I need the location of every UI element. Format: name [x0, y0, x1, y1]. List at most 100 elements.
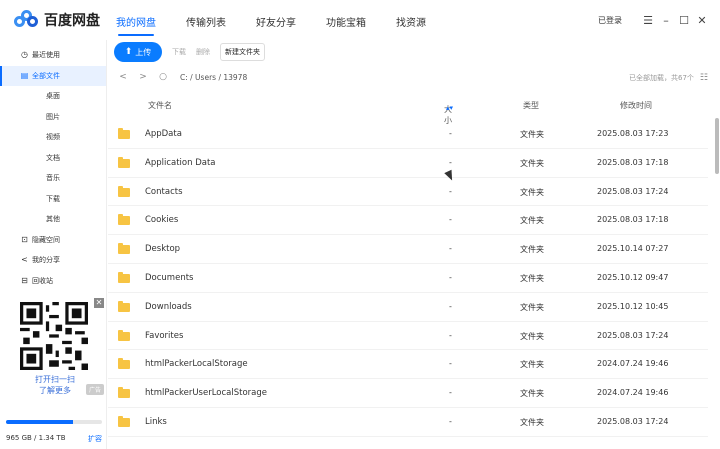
file-modified-time: 2024.07.24 19:46	[597, 359, 669, 369]
folder-icon	[118, 271, 130, 283]
refresh-icon[interactable]: ○	[158, 72, 168, 82]
sidebar-item-other[interactable]: 其他	[0, 209, 106, 230]
sidebar-item-hidden-space[interactable]: ⊡ 隐藏空间	[0, 230, 106, 251]
file-size: -	[449, 330, 452, 340]
grid-view-icon[interactable]: ☷	[700, 73, 708, 83]
sidebar-item-recycle-bin[interactable]: ⊟ 回收站	[0, 271, 106, 292]
file-type: 文件夹	[520, 245, 544, 255]
file-modified-time: 2025.08.03 17:24	[597, 186, 669, 196]
table-header: 文件名 大小 ▴▾ 类型 修改时间	[108, 96, 708, 125]
table-row[interactable]: Cookies - 文件夹 2025.08.03 17:18	[108, 206, 708, 236]
column-name-header[interactable]: 文件名	[148, 100, 172, 111]
file-size: -	[449, 244, 452, 254]
file-name[interactable]: Links	[145, 417, 167, 427]
table-row[interactable]: Application Data - 文件夹 2025.08.03 17:18	[108, 149, 708, 178]
tab-toolbox[interactable]: 功能宝箱	[326, 14, 366, 36]
sidebar-item-label: 我的分享	[32, 256, 60, 265]
menu-icon[interactable]: ☰	[642, 14, 654, 27]
folder-icon	[118, 128, 130, 139]
back-icon[interactable]: <	[118, 72, 128, 82]
sidebar-item-desktop[interactable]: 桌面	[0, 86, 106, 107]
sidebar-item-all-files[interactable]: ▤ 全部文件	[0, 65, 106, 86]
file-size: -	[449, 272, 452, 282]
file-type: 文件夹	[520, 417, 544, 427]
file-name[interactable]: Favorites	[145, 331, 183, 341]
login-status[interactable]: 已登录	[598, 15, 622, 26]
file-type: 文件夹	[520, 360, 544, 370]
sidebar-item-label: 回收站	[32, 276, 53, 285]
file-size: -	[449, 129, 452, 138]
folder-icon	[118, 329, 130, 341]
upload-icon: ⬆	[124, 47, 133, 57]
file-modified-time: 2025.08.03 17:23	[597, 129, 669, 138]
expand-storage-link[interactable]: 扩容	[88, 434, 102, 444]
file-name[interactable]: Documents	[145, 273, 193, 283]
sidebar-item-downloads[interactable]: 下载	[0, 189, 106, 210]
sidebar-item-music[interactable]: 音乐	[0, 168, 106, 189]
file-type: 文件夹	[520, 389, 544, 399]
file-type: 文件夹	[520, 216, 544, 226]
file-name[interactable]: AppData	[145, 129, 182, 139]
folder-icon	[118, 243, 130, 255]
maximize-icon[interactable]: ☐	[678, 14, 690, 27]
table-row[interactable]: htmlPackerLocalStorage - 文件夹 2024.07.24 19:…	[108, 350, 708, 380]
sidebar-item-pictures[interactable]: 图片	[0, 107, 106, 128]
qr-code-icon	[20, 302, 88, 370]
breadcrumb[interactable]: C: / Users / 13978	[180, 73, 247, 82]
ad-badge: 广告	[85, 384, 104, 395]
file-name[interactable]: Desktop	[145, 244, 180, 254]
table-row[interactable]: htmlPackerUserLocalStorage - 文件夹 2024.07.24…	[108, 379, 708, 408]
tab-transfer-list[interactable]: 传输列表	[186, 14, 226, 36]
file-name[interactable]: Application Data	[145, 158, 216, 168]
storage-panel: 965 GB / 1.34 TB 扩容	[6, 420, 102, 444]
file-size: -	[449, 186, 452, 196]
delete-button[interactable]: 删除	[196, 47, 210, 57]
sort-icon: ▴▾	[446, 104, 454, 112]
folder-icon	[118, 185, 130, 197]
clock-icon: ◷	[21, 50, 28, 59]
table-row[interactable]: Links - 文件夹 2025.08.03 17:24	[108, 408, 708, 437]
scrollbar[interactable]	[715, 118, 719, 174]
close-icon[interactable]: ✕	[696, 14, 708, 27]
tab-find-resources[interactable]: 找资源	[396, 14, 426, 36]
file-modified-time: 2025.08.03 17:18	[597, 215, 669, 225]
file-type: 文件夹	[520, 158, 544, 168]
new-folder-button[interactable]: 新建文件夹	[220, 43, 265, 61]
upload-button[interactable]: ⬆ 上传	[114, 42, 162, 62]
table-row[interactable]: Favorites - 文件夹 2025.08.03 17:24	[108, 322, 708, 351]
window-controls: 已登录 ☰ – ☐ ✕	[598, 14, 708, 27]
file-name[interactable]: Downloads	[145, 302, 192, 312]
upload-label: 上传	[135, 47, 152, 57]
column-type-header[interactable]: 类型	[523, 100, 539, 111]
sidebar-item-my-share[interactable]: < 我的分享	[0, 250, 106, 271]
tab-my-drive[interactable]: 我的网盘	[116, 14, 156, 36]
ad-panel[interactable]: ✕ 打开扫一扫 了解更多 广告	[6, 298, 104, 396]
table-row[interactable]: Contacts - 文件夹 2025.08.03 17:24	[108, 178, 708, 207]
path-bar: < > ○ C: / Users / 13978	[118, 72, 247, 82]
lock-icon: ⊡	[21, 234, 28, 244]
download-button[interactable]: 下载	[172, 47, 186, 57]
table-row[interactable]: Documents - 文件夹 2025.10.12 09:47	[108, 264, 708, 293]
ad-close-icon[interactable]: ✕	[94, 298, 104, 308]
load-status: 已全部加载，共67个 ☷	[629, 73, 708, 83]
file-name[interactable]: Cookies	[145, 215, 178, 225]
toolbar: ⬆ 上传 下载 删除 新建文件夹	[114, 42, 265, 62]
table-row[interactable]: Downloads - 文件夹 2025.10.12 10:45	[108, 293, 708, 322]
file-name[interactable]: htmlPackerLocalStorage	[145, 359, 248, 369]
sidebar-item-documents[interactable]: 文档	[0, 148, 106, 169]
table-row[interactable]: Desktop - 文件夹 2025.10.14 07:27	[108, 235, 708, 264]
forward-icon[interactable]: >	[138, 72, 148, 82]
file-modified-time: 2025.08.03 17:24	[597, 416, 669, 426]
file-type: 文件夹	[520, 130, 544, 139]
tab-friend-share[interactable]: 好友分享	[256, 14, 296, 36]
sidebar-item-videos[interactable]: 视频	[0, 127, 106, 148]
sidebar-item-recent[interactable]: ◷ 最近使用	[0, 45, 106, 66]
folder-icon	[118, 300, 130, 312]
file-name[interactable]: htmlPackerUserLocalStorage	[145, 388, 267, 398]
minimize-icon[interactable]: –	[660, 14, 672, 27]
file-name[interactable]: Contacts	[145, 187, 183, 197]
file-type: 文件夹	[520, 331, 544, 341]
table-row[interactable]: AppData - 文件夹 2025.08.03 17:23	[108, 120, 708, 149]
file-modified-time: 2024.07.24 19:46	[597, 388, 669, 398]
column-time-header[interactable]: 修改时间	[620, 100, 652, 111]
